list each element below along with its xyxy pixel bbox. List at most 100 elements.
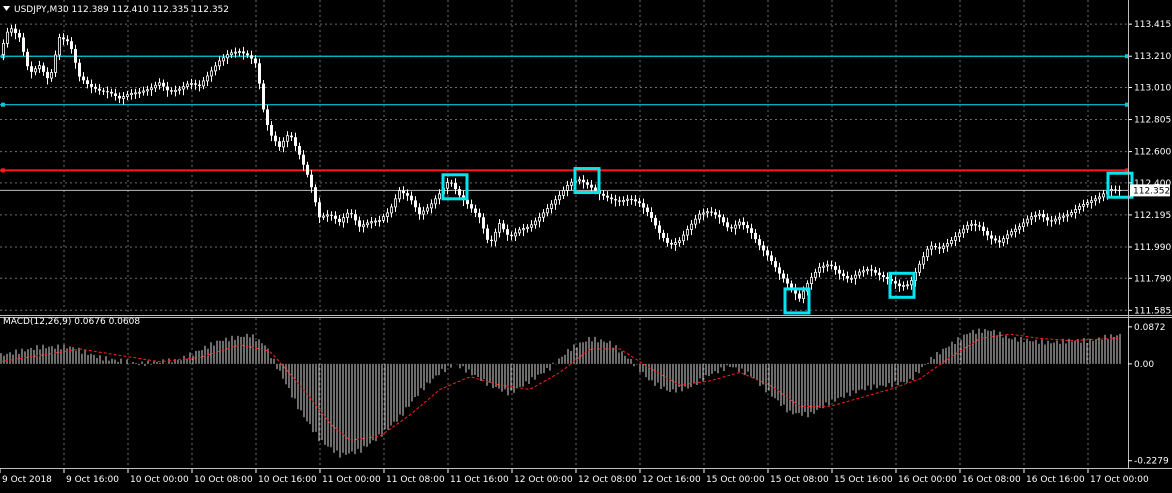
current-price-label: 112.352 bbox=[1133, 186, 1170, 196]
candle-body-bull bbox=[1066, 214, 1069, 217]
candle-body-bull bbox=[530, 224, 533, 228]
candle-body-bear bbox=[70, 41, 73, 50]
candle-body-bear bbox=[782, 273, 785, 279]
candle-body-bull bbox=[802, 290, 805, 299]
candle-body-bear bbox=[266, 109, 269, 126]
candle-body-bear bbox=[334, 215, 337, 219]
macd-header: MACD(12,26,9) 0.0676 0.0608 bbox=[3, 317, 140, 327]
candle-body-bear bbox=[410, 195, 413, 201]
candle-body-bear bbox=[354, 214, 357, 221]
candle-body-bull bbox=[922, 256, 925, 265]
symbol-header: USDJPY,M30 112.389 112.410 112.335 112.3… bbox=[14, 5, 229, 15]
x-tick-label: 15 Oct 16:00 bbox=[834, 475, 893, 485]
candle-body-bull bbox=[1094, 198, 1097, 202]
x-tick-label: 9 Oct 2018 bbox=[2, 475, 52, 485]
candle-body-bull bbox=[34, 68, 37, 73]
candle-body-bull bbox=[518, 229, 521, 234]
candle-body-bear bbox=[242, 51, 245, 54]
candle-body-bull bbox=[1018, 226, 1021, 230]
candle-body-bear bbox=[1046, 217, 1049, 221]
candle-body-bear bbox=[90, 84, 93, 87]
candle-body-bull bbox=[54, 54, 57, 73]
y-tick-label: 113.415 bbox=[1134, 20, 1171, 30]
candle-body-bear bbox=[878, 272, 881, 276]
candle-body-bull bbox=[546, 208, 549, 214]
macd-tick-label: 0.00 bbox=[1134, 360, 1154, 370]
candle-body-bear bbox=[846, 276, 849, 279]
candle-body-bull bbox=[206, 75, 209, 82]
x-tick-label: 17 Oct 00:00 bbox=[1090, 475, 1149, 485]
candle-body-bear bbox=[42, 65, 45, 72]
candle-body-bull bbox=[234, 51, 237, 54]
candle-body-bear bbox=[582, 179, 585, 183]
candle-body-bull bbox=[38, 65, 41, 70]
candle-body-bear bbox=[414, 200, 417, 208]
candle-body-bear bbox=[894, 281, 897, 284]
candle-body-bull bbox=[1038, 213, 1041, 216]
candle-body-bull bbox=[550, 203, 553, 209]
candle-body-bull bbox=[866, 269, 869, 272]
candle-body-bear bbox=[470, 204, 473, 209]
candle-body-bull bbox=[210, 70, 213, 77]
candle-body-bull bbox=[558, 194, 561, 201]
candle-body-bear bbox=[754, 232, 757, 240]
candle-body-bear bbox=[718, 214, 721, 218]
candle-body-bull bbox=[818, 266, 821, 273]
candle-body-bear bbox=[270, 125, 273, 136]
candle-body-bull bbox=[1022, 222, 1025, 228]
candle-body-bull bbox=[1070, 212, 1073, 216]
candle-body-bull bbox=[10, 28, 13, 33]
candle-body-bear bbox=[114, 93, 117, 96]
candle-body-bear bbox=[338, 218, 341, 222]
candle-body-bear bbox=[938, 247, 941, 249]
candle-body-bear bbox=[98, 88, 101, 91]
candle-body-bear bbox=[978, 225, 981, 227]
candle-body-bear bbox=[450, 182, 453, 184]
candle-body-bear bbox=[194, 83, 197, 85]
candle-body-bull bbox=[1002, 238, 1005, 243]
candle-body-bear bbox=[30, 66, 33, 72]
level-line-handle bbox=[1, 102, 5, 107]
candle-body-bull bbox=[526, 226, 529, 229]
candle-body-bull bbox=[570, 181, 573, 186]
x-tick-label: 12 Oct 08:00 bbox=[578, 475, 637, 485]
candle-body-bull bbox=[134, 92, 137, 95]
candle-body-bear bbox=[994, 238, 997, 241]
candle-body-bull bbox=[538, 216, 541, 222]
candle-body-bear bbox=[358, 220, 361, 227]
candle-body-bear bbox=[618, 200, 621, 202]
price-chart[interactable]: 9 Oct 2018 9 Oct 16:00 10 Oct 00:00 10 Oct … bbox=[0, 0, 1172, 489]
candle-body-bear bbox=[198, 84, 201, 86]
candle-body-bear bbox=[314, 187, 317, 203]
candle-body-bull bbox=[958, 232, 961, 238]
candle-body-bull bbox=[142, 90, 145, 93]
candle-body-bull bbox=[366, 222, 369, 226]
candle-body-bear bbox=[610, 197, 613, 200]
candle-body-bull bbox=[862, 270, 865, 273]
candle-body-bull bbox=[202, 80, 205, 87]
candle-body-bear bbox=[606, 195, 609, 198]
candle-body-bull bbox=[346, 212, 349, 218]
candle-body-bear bbox=[726, 222, 729, 228]
candle-body-bear bbox=[454, 182, 457, 190]
x-tick-label: 16 Oct 16:00 bbox=[1026, 475, 1085, 485]
candle-body-bull bbox=[222, 57, 225, 62]
candle-body-bear bbox=[466, 199, 469, 205]
candle-body-bull bbox=[734, 224, 737, 229]
candle-body-bear bbox=[26, 51, 29, 67]
candle-body-bull bbox=[626, 198, 629, 201]
candle-body-bull bbox=[926, 248, 929, 258]
candle-body-bull bbox=[126, 94, 129, 97]
candle-body-bear bbox=[666, 237, 669, 243]
candle-body-bear bbox=[590, 184, 593, 188]
candle-body-bull bbox=[854, 274, 857, 279]
x-tick-label: 10 Oct 16:00 bbox=[258, 475, 317, 485]
candle-body-bear bbox=[102, 90, 105, 92]
candle-body-bull bbox=[970, 223, 973, 226]
candle-body-bull bbox=[130, 93, 133, 96]
candle-body-bear bbox=[670, 242, 673, 245]
candle-body-bull bbox=[186, 83, 189, 87]
x-tick-label: 16 Oct 00:00 bbox=[898, 475, 957, 485]
candle-body-bull bbox=[950, 240, 953, 244]
candle-body-bear bbox=[898, 283, 901, 287]
